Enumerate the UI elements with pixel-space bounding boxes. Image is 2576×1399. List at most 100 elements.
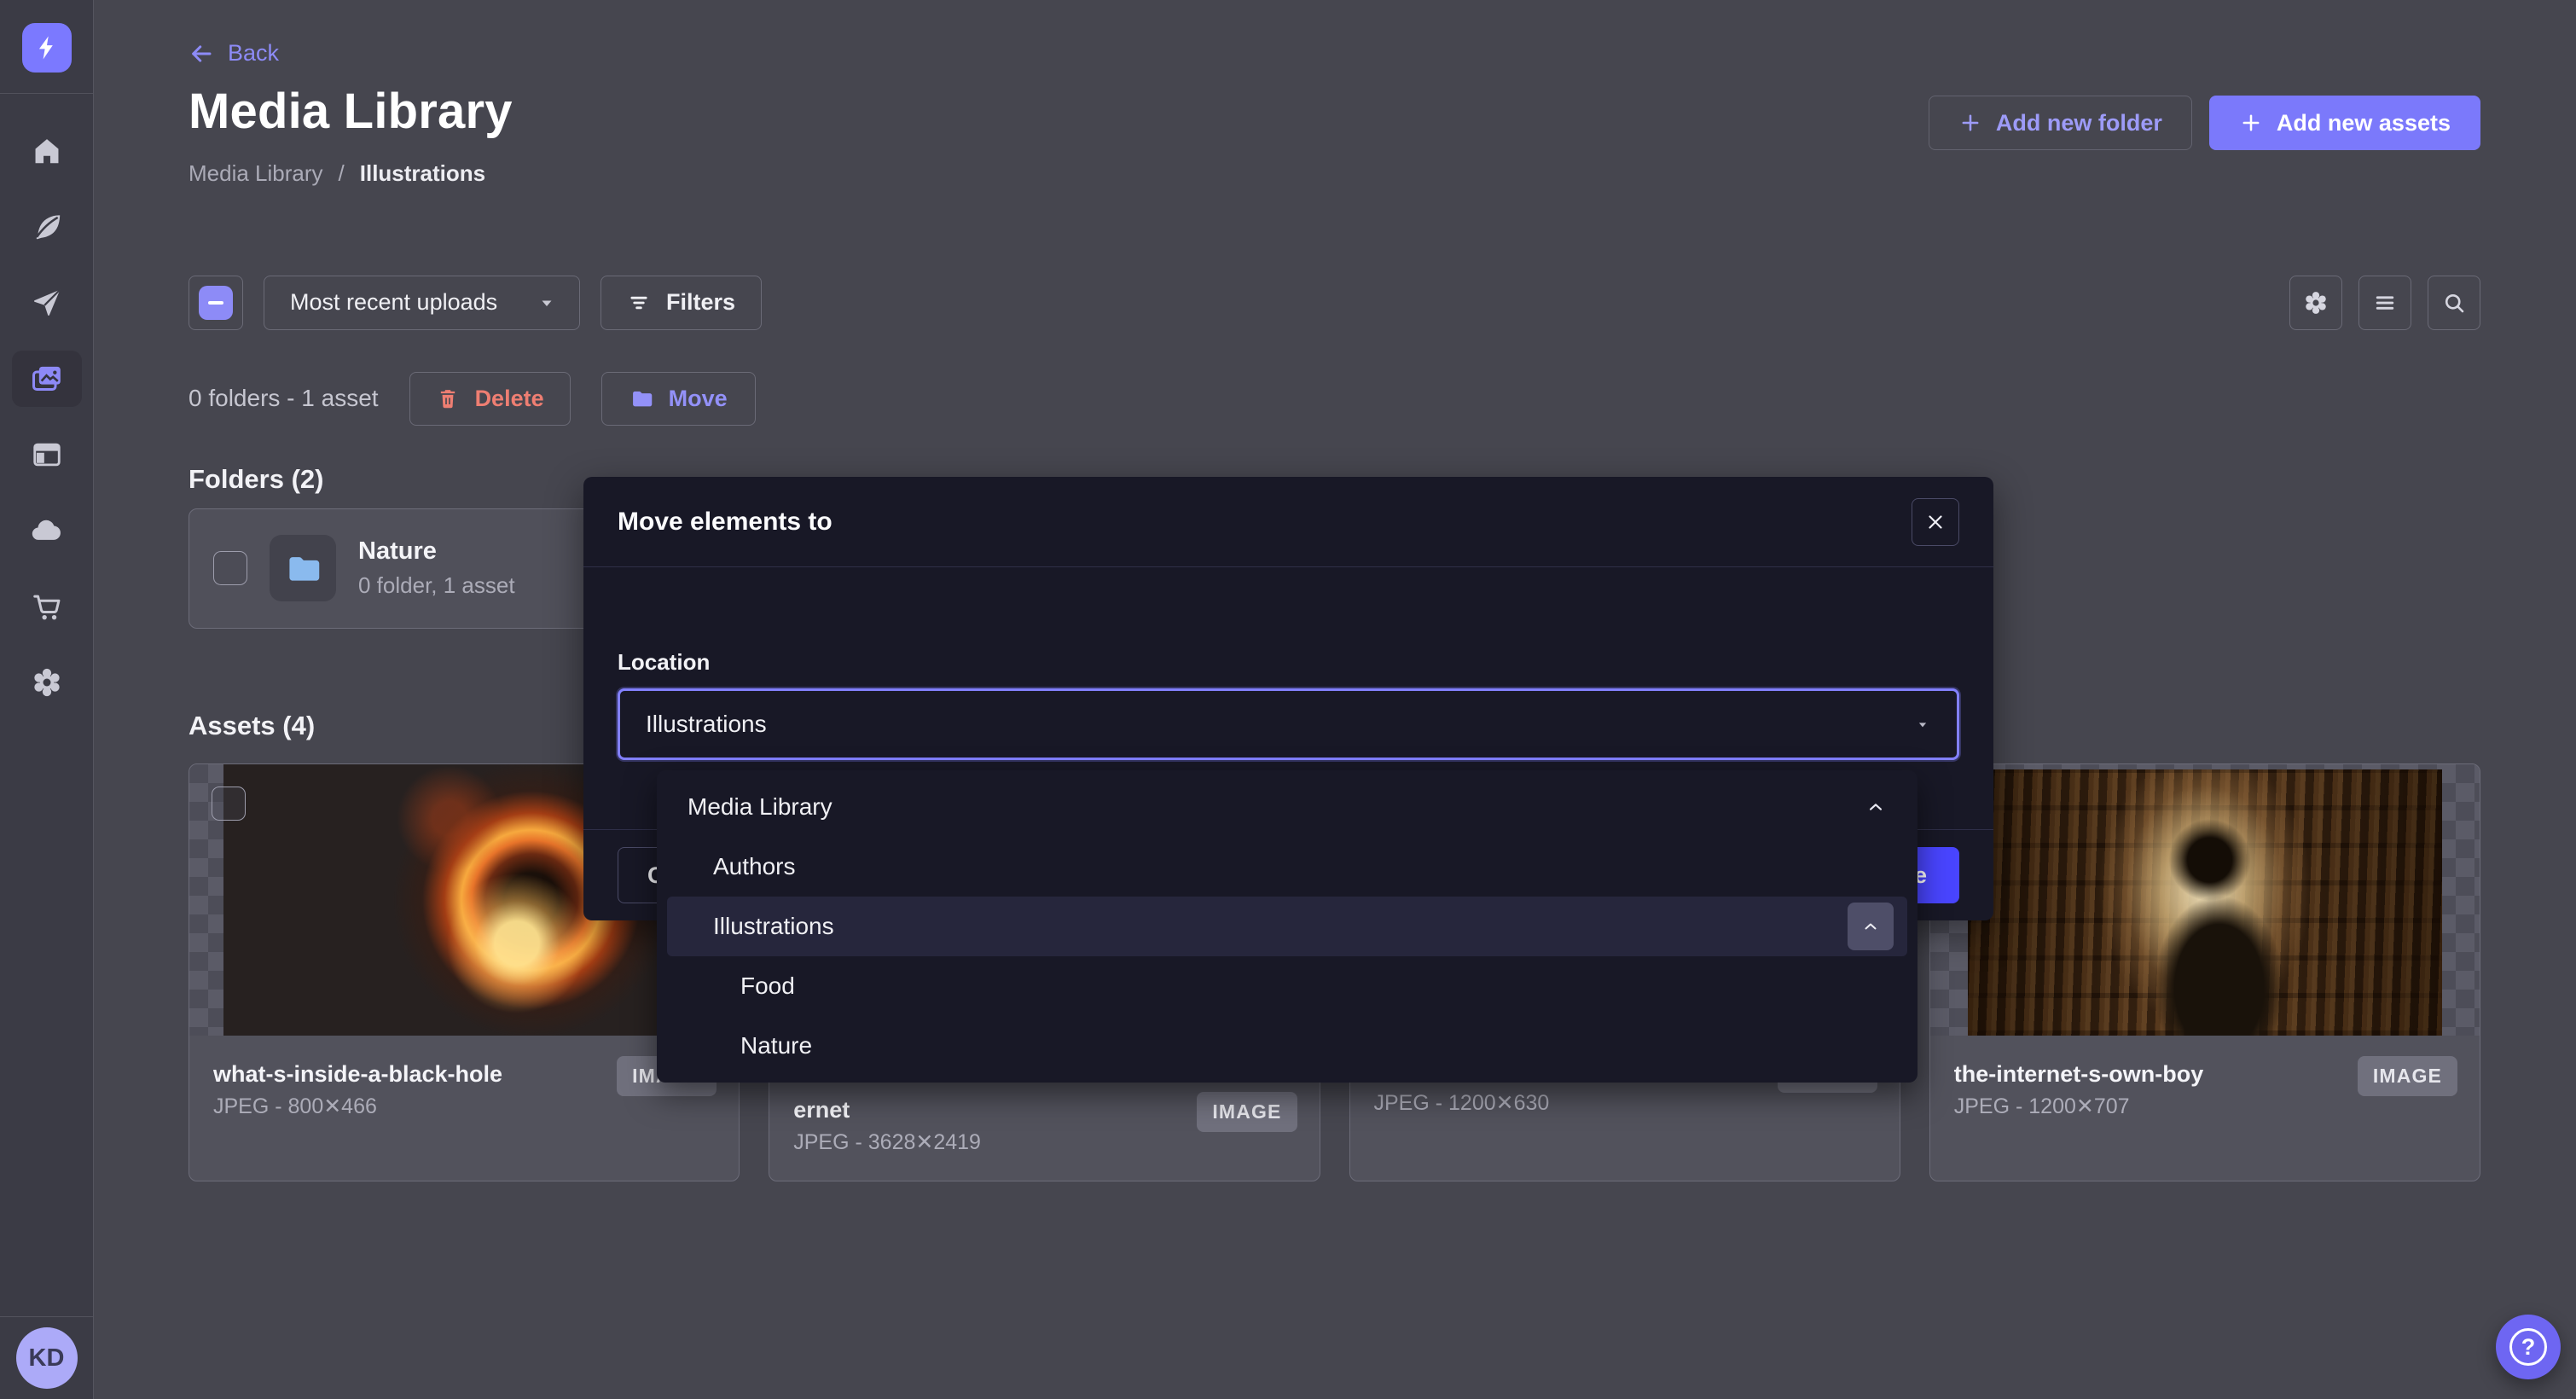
- asset-type-badge: IMAGE: [2358, 1056, 2457, 1096]
- trash-icon: [436, 386, 460, 410]
- folder-icon: [270, 535, 336, 601]
- filters-label: Filters: [666, 289, 735, 316]
- tree-item-label: Illustrations: [713, 913, 834, 940]
- folder-icon: [629, 386, 653, 410]
- caret-down-icon: [537, 293, 557, 313]
- modal-body: Location Illustrations: [583, 567, 1993, 760]
- folder-meta: 0 folder, 1 asset: [358, 572, 515, 599]
- asset-type-badge: IMAGE: [1197, 1092, 1297, 1132]
- filter-icon: [627, 291, 651, 315]
- sidebar-item-media-library[interactable]: [0, 340, 94, 416]
- location-select-value: Illustrations: [646, 711, 767, 738]
- sidebar-item-content[interactable]: [0, 189, 94, 264]
- filters-button[interactable]: Filters: [600, 276, 762, 330]
- back-label: Back: [228, 40, 279, 67]
- arrow-left-icon: [189, 41, 214, 67]
- sidebar-item-layout[interactable]: [0, 416, 94, 492]
- help-button[interactable]: ?: [2496, 1315, 2561, 1379]
- sidebar: KD: [0, 0, 94, 1399]
- asset-card-footer: ernet JPEG - 3628✕2419 IMAGE: [769, 1071, 1319, 1181]
- asset-checkbox[interactable]: [212, 787, 246, 821]
- location-select[interactable]: Illustrations: [618, 688, 1959, 760]
- breadcrumb: Media Library / Illustrations: [189, 160, 2480, 187]
- plus-icon: [2239, 111, 2263, 135]
- plus-icon: [1958, 111, 1982, 135]
- header-actions: Add new folder Add new assets: [1929, 96, 2480, 150]
- breadcrumb-parent[interactable]: Media Library: [189, 160, 323, 187]
- tree-item-label: Nature: [740, 1032, 812, 1059]
- sidebar-item-releases[interactable]: [0, 264, 94, 340]
- toolbar-right: [2289, 276, 2480, 330]
- avatar[interactable]: KD: [16, 1327, 78, 1389]
- list-icon: [2372, 290, 2398, 316]
- tree-item-authors[interactable]: Authors: [657, 837, 1917, 897]
- layout-icon: [12, 427, 82, 483]
- breadcrumb-separator: /: [339, 160, 345, 187]
- close-icon: [1924, 511, 1947, 533]
- sidebar-item-home[interactable]: [0, 113, 94, 189]
- modal-header: Move elements to: [583, 477, 1993, 567]
- close-button[interactable]: [1912, 498, 1959, 546]
- asset-card-footer: the-internet-s-own-boy JPEG - 1200✕707 I…: [1930, 1036, 2480, 1145]
- tree-item-label: Food: [740, 972, 795, 1000]
- move-button[interactable]: Move: [601, 372, 756, 426]
- toolbar: Most recent uploads Filters: [189, 276, 2480, 330]
- feather-icon: [12, 199, 82, 255]
- tree-item-media-library[interactable]: Media Library: [657, 777, 1917, 837]
- question-mark-icon: ?: [2509, 1328, 2547, 1366]
- add-new-folder-button[interactable]: Add new folder: [1929, 96, 2192, 150]
- modal-title: Move elements to: [618, 508, 833, 537]
- tree-item-illustrations[interactable]: Illustrations: [667, 897, 1907, 956]
- images-icon: [12, 351, 82, 407]
- paper-plane-icon: [12, 275, 82, 331]
- caret-down-icon: [1914, 716, 1931, 733]
- breadcrumb-current: Illustrations: [360, 160, 485, 187]
- sidebar-item-settings[interactable]: [0, 644, 94, 720]
- chevron-up-icon: [1860, 916, 1881, 937]
- asset-thumbnail: [1930, 764, 2480, 1036]
- indeterminate-checkbox-icon: [199, 286, 233, 320]
- tree-item-food[interactable]: Food: [657, 956, 1917, 1016]
- avatar-initials: KD: [29, 1344, 65, 1373]
- move-label: Move: [669, 386, 728, 412]
- cart-icon: [12, 578, 82, 635]
- add-new-folder-label: Add new folder: [1996, 110, 2162, 136]
- home-icon: [12, 123, 82, 179]
- add-new-assets-button[interactable]: Add new assets: [2209, 96, 2480, 150]
- app-logo[interactable]: [0, 0, 93, 94]
- settings-button[interactable]: [2289, 276, 2342, 330]
- sidebar-footer: KD: [0, 1316, 93, 1399]
- search-button[interactable]: [2428, 276, 2480, 330]
- sort-select[interactable]: Most recent uploads: [264, 276, 580, 330]
- delete-button[interactable]: Delete: [409, 372, 571, 426]
- collapse-button[interactable]: [1848, 903, 1894, 950]
- tree-item-label: Media Library: [688, 793, 833, 821]
- sort-select-value: Most recent uploads: [290, 289, 497, 316]
- question-glyph: ?: [2521, 1334, 2536, 1361]
- add-new-assets-label: Add new assets: [2277, 110, 2451, 136]
- asset-meta: JPEG - 1200✕630: [1374, 1090, 1876, 1116]
- location-dropdown: Media Library Authors Illustrations Food…: [657, 770, 1917, 1083]
- selection-summary: 0 folders - 1 asset: [189, 385, 379, 412]
- asset-meta: JPEG - 3628✕2419: [793, 1129, 1295, 1155]
- sidebar-item-marketplace[interactable]: [0, 568, 94, 644]
- chevron-up-icon[interactable]: [1865, 796, 1887, 818]
- asset-meta: JPEG - 1200✕707: [1954, 1094, 2456, 1119]
- cog-icon: [2302, 289, 2329, 316]
- cloud-icon: [12, 502, 82, 559]
- asset-card[interactable]: the-internet-s-own-boy JPEG - 1200✕707 I…: [1929, 763, 2480, 1181]
- tree-item-label: Authors: [713, 853, 796, 880]
- sidebar-item-cloud[interactable]: [0, 492, 94, 568]
- back-link[interactable]: Back: [189, 40, 279, 67]
- library-photo-image: [1968, 769, 2442, 1036]
- search-icon: [2441, 290, 2467, 316]
- asset-meta: JPEG - 800✕466: [213, 1094, 715, 1119]
- selection-row: 0 folders - 1 asset Delete Move: [189, 372, 2480, 426]
- folder-name: Nature: [358, 537, 515, 566]
- tree-item-nature[interactable]: Nature: [657, 1016, 1917, 1076]
- list-view-button[interactable]: [2358, 276, 2411, 330]
- strapi-logo-icon: [32, 33, 61, 62]
- select-all-checkbox[interactable]: [189, 276, 243, 330]
- folder-checkbox[interactable]: [213, 551, 247, 585]
- location-label: Location: [618, 649, 1959, 676]
